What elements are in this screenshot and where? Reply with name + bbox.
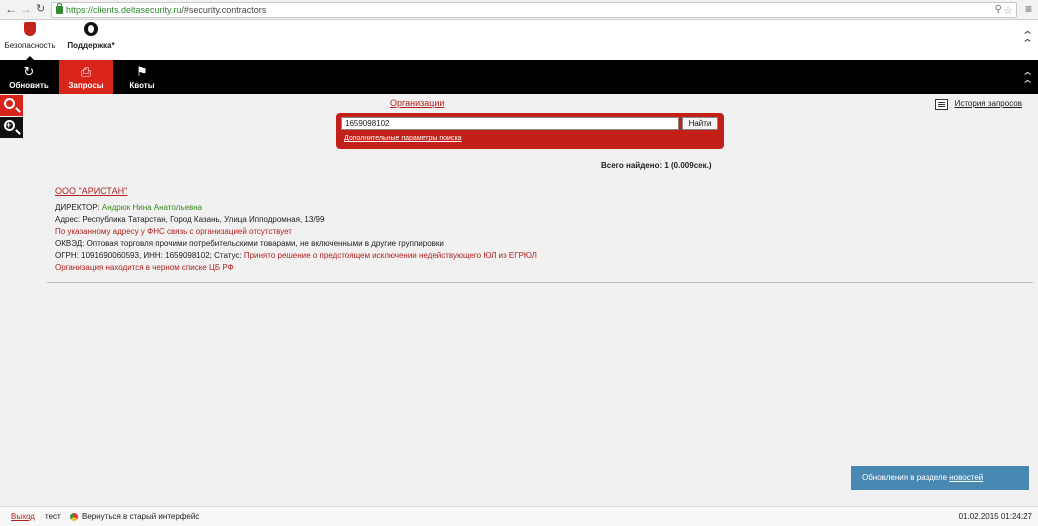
key-icon[interactable]: ⚲ [995,4,1002,15]
printer-icon: ⎙ [80,64,92,79]
browser-menu-icon[interactable]: ≡ [1025,2,1032,16]
org-name-link[interactable]: ООО "АРИСТАН" [55,185,537,197]
support-button[interactable]: Поддержка* [63,22,119,50]
quotas-label: Квоты [129,81,155,90]
refresh-button[interactable]: ↻ Обновить [4,60,54,94]
collapse-toolbar-icon[interactable]: ⌃ ⌃ [1021,72,1034,91]
result-divider [47,282,1033,283]
ogrn-line: ОГРН: 1091690060593, ИНН: 1659098102; Ст… [55,251,537,260]
browser-toolbar: ← → ↻ https://clients.deltasecurity.ru/#… [0,0,1038,20]
requests-tab[interactable]: ⎙ Запросы [59,60,113,94]
forward-arrow-icon[interactable]: → [20,3,32,16]
search-panel: Найти Дополнительные параметры поиска [336,113,724,149]
security-label: Безопасность [4,41,56,50]
username: тест [45,512,61,521]
quotas-tab[interactable]: ⚑ Квоты [117,60,167,94]
security-button[interactable]: Безопасность [4,22,56,50]
search-input[interactable] [341,117,679,130]
lock-icon [56,3,63,14]
zoom-plus-glyph: + [6,120,12,130]
support-label: Поддержка* [67,41,115,50]
collapse-top-icon[interactable]: ⌃ ⌃ [1021,31,1034,50]
history-icon[interactable] [935,99,948,110]
result-item: ООО "АРИСТАН" ДИРЕКТОР: Андрюк Нина Анат… [55,185,537,274]
director-name: Андрюк Нина Анатольевна [101,203,203,212]
refresh-icon: ↻ [23,64,35,79]
logout-link[interactable]: Выход [11,507,35,526]
reload-icon[interactable]: ↻ [36,3,45,16]
find-button[interactable]: Найти [682,117,718,130]
results-count: Всего найдено: 1 (0.009сек.) [601,161,712,170]
footer: Выход тест Вернуться в старый интерфейс … [0,506,1038,526]
status-text: Принято решение о предстоящем исключении… [243,251,537,260]
fns-warning: По указанному адресу у ФНС связь с орган… [55,227,292,236]
organizations-link[interactable]: Организации [390,98,444,108]
chrome-icon [70,513,78,521]
history-link[interactable]: История запросов [955,99,1022,108]
search-tool-button[interactable] [0,95,23,116]
datetime: 01.02.2015 01:24:27 [958,512,1032,521]
news-link[interactable]: новостей [949,473,983,482]
address-bar[interactable]: https://clients.deltasecurity.ru/#securi… [51,2,1017,18]
refresh-label: Обновить [9,81,49,90]
shield-icon [24,22,36,36]
quota-flag-icon: ⚑ [136,64,148,79]
back-arrow-icon[interactable]: ← [5,3,17,16]
search-icon [4,98,15,109]
address-line: Адрес: Республика Татарстан, Город Казан… [55,215,325,224]
old-interface-link[interactable]: Вернуться в старый интерфейс [82,507,199,526]
blacklist-warning: Организация находится в черном списке ЦБ… [55,263,234,272]
okved-line: ОКВЭД: Оптовая торговля прочими потребит… [55,239,444,248]
requests-label: Запросы [68,81,104,90]
notification-text: Обновления в разделе [862,473,950,482]
url-text: https://clients.deltasecurity.ru/#securi… [66,5,267,15]
app-top-bar: Безопасность Поддержка* ⌃ ⌃ [0,20,1038,61]
bookmark-star-icon[interactable]: ☆ [1003,4,1013,17]
zoom-tool-button[interactable]: + [0,117,23,138]
director-line: ДИРЕКТОР: Андрюк Нина Анатольевна [55,203,203,212]
advanced-search-link[interactable]: Дополнительные параметры поиска [344,135,462,142]
section-toolbar: ↻ Обновить ⎙ Запросы ⚑ Квоты ⌃ ⌃ [0,60,1038,94]
globe-icon [84,22,98,36]
news-notification[interactable]: Обновления в разделе новостей [851,466,1029,490]
